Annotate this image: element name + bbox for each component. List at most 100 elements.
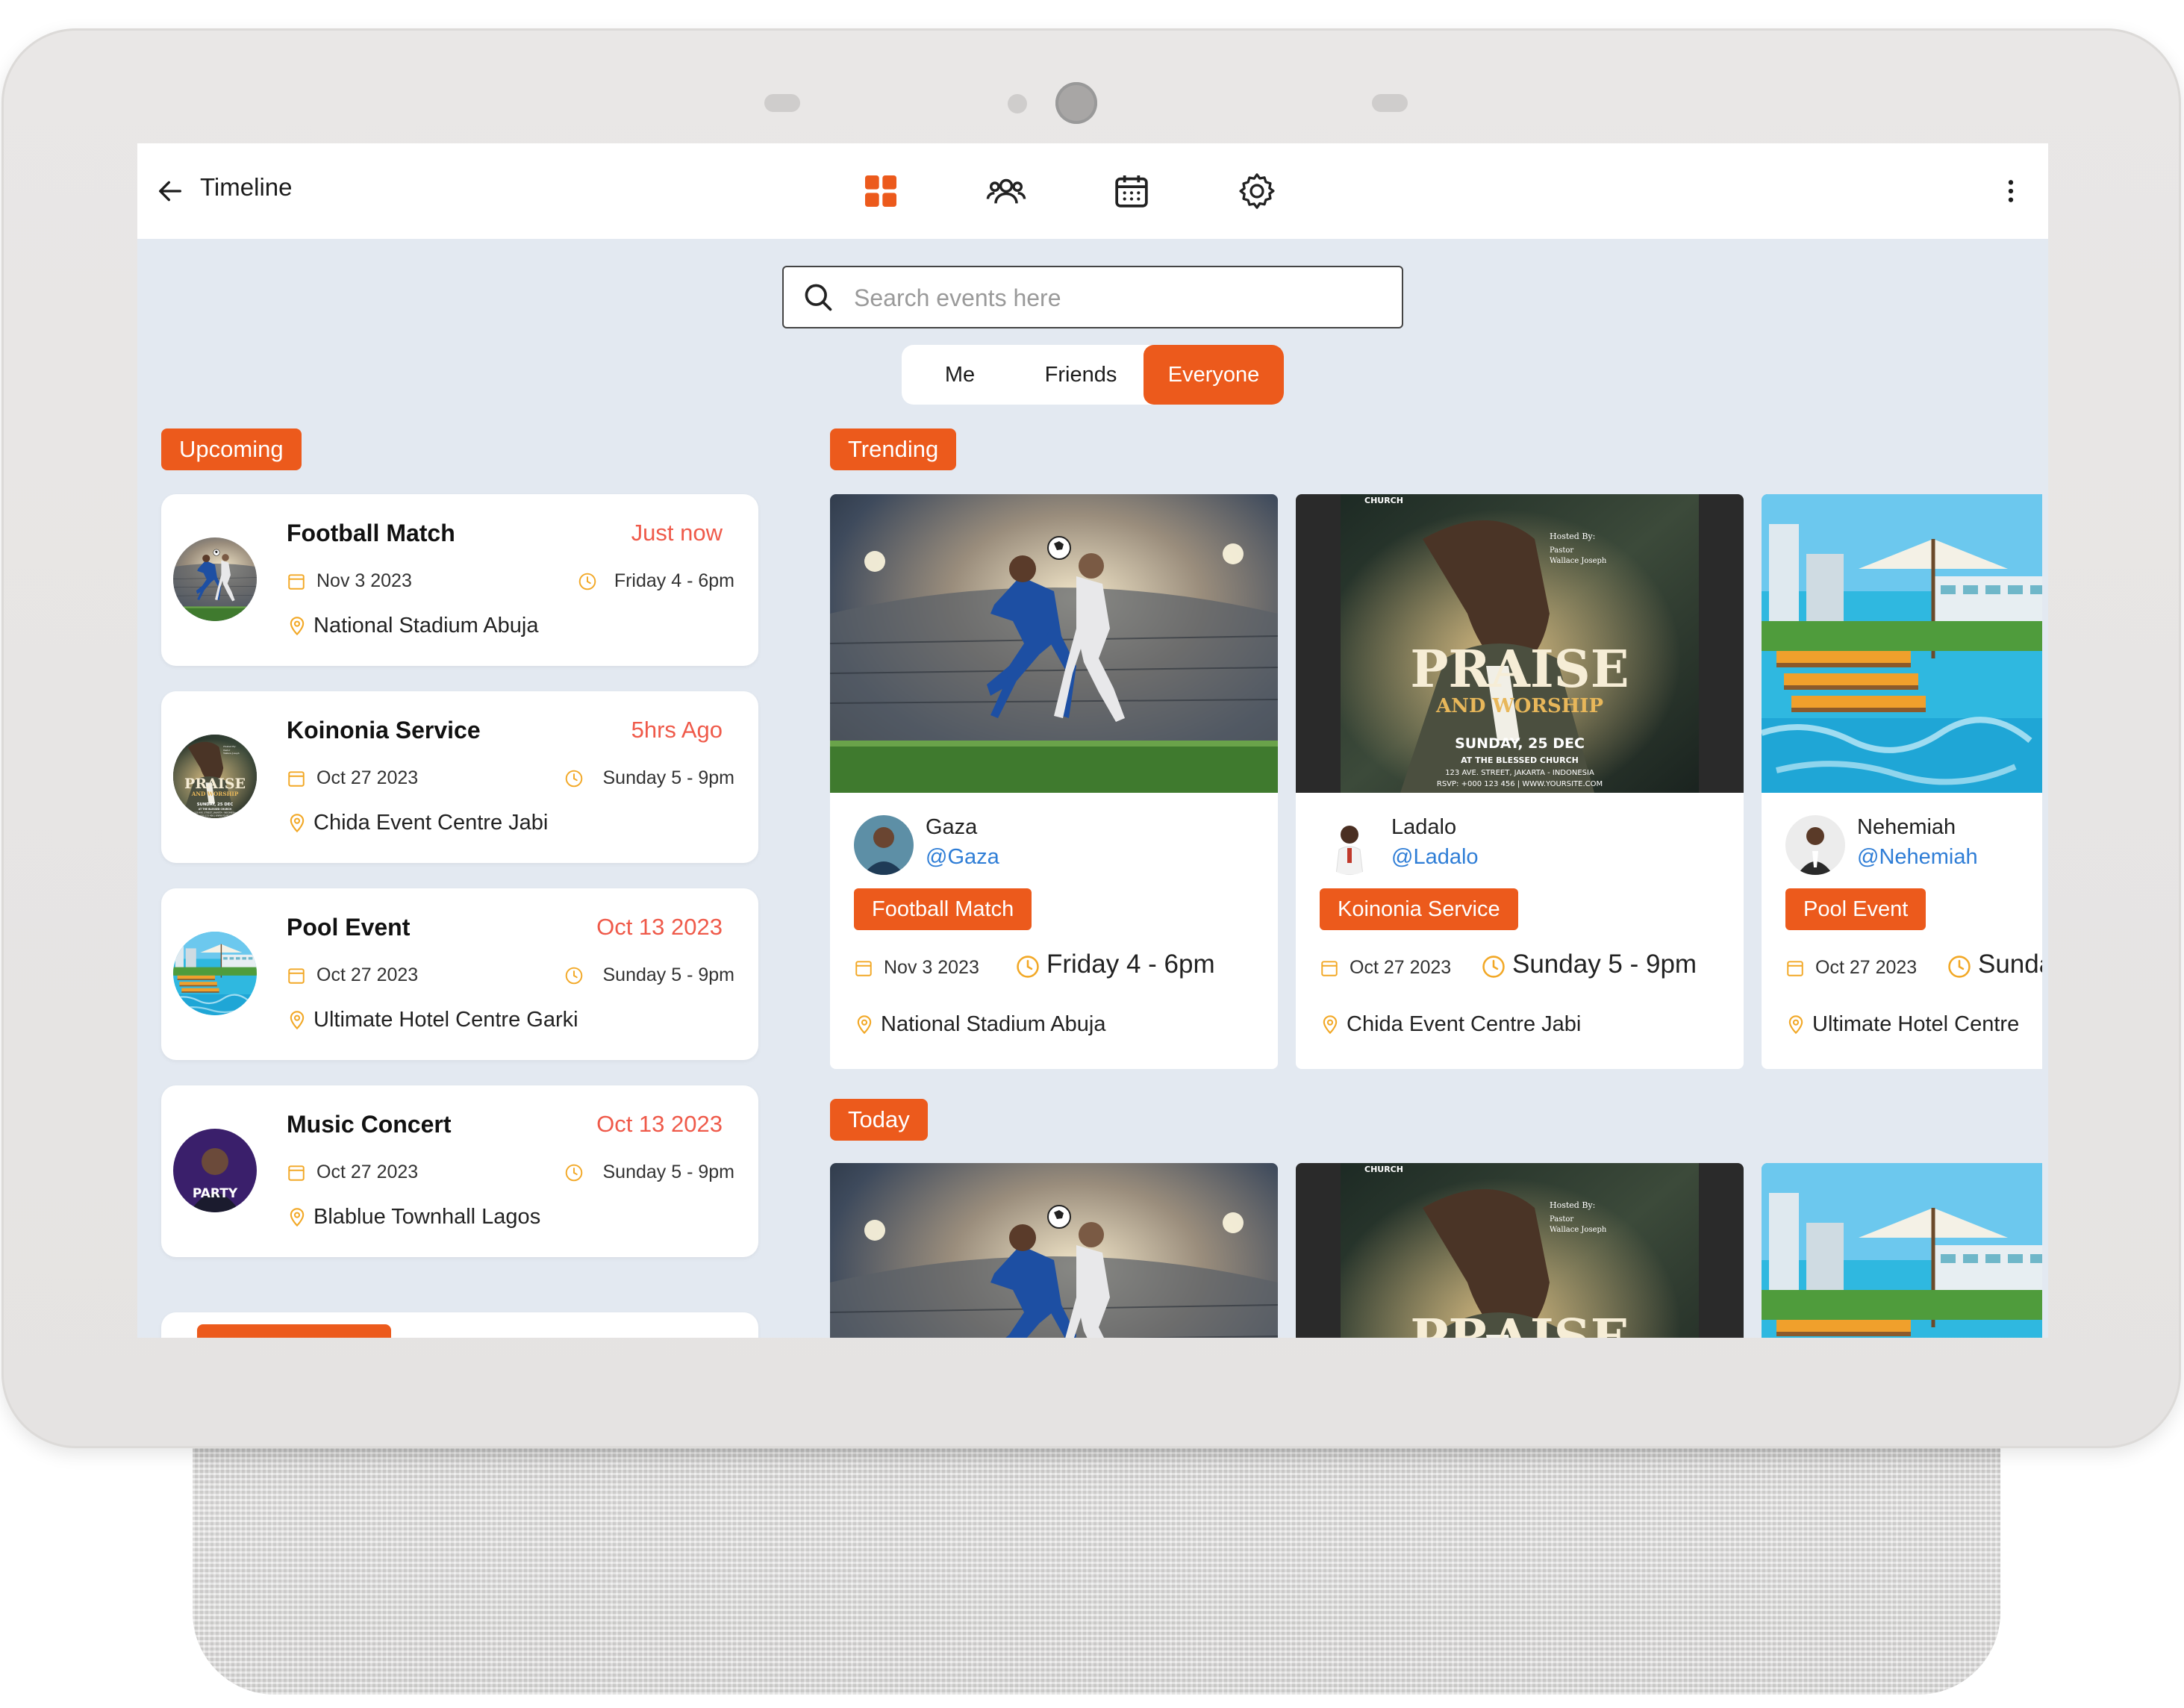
calendar-small-icon (1320, 959, 1339, 978)
event-time: Sunday 5 - 9pm (1978, 950, 2048, 979)
host-handle[interactable]: @Nehemiah (1857, 845, 1978, 870)
host-name: Gaza (926, 815, 978, 839)
calendar-small-icon (854, 959, 873, 978)
event-date: Oct 27 2023 (316, 1162, 419, 1182)
upcoming-event-card[interactable]: Pool Event Oct 13 2023 Oct 27 2023 Sunda… (161, 888, 758, 1060)
event-thumbnail: PARTY (173, 1129, 257, 1212)
search-icon (805, 284, 832, 311)
location-pin-icon (1320, 1014, 1341, 1035)
filter-friends[interactable]: Friends (1018, 345, 1144, 405)
today-label: Today (830, 1099, 928, 1141)
event-date: Nov 3 2023 (884, 957, 979, 978)
sensor-right (1372, 94, 1408, 112)
event-title: Football Match (287, 520, 455, 546)
event-title: Music Concert (287, 1111, 452, 1138)
grid-icon[interactable] (860, 170, 902, 212)
event-location: Chida Event Centre Jabi (313, 811, 549, 835)
event-relative-time: Oct 13 2023 (596, 1111, 723, 1137)
camera-lens (1055, 82, 1097, 124)
upcoming-event-card[interactable]: Koinonia Service 5hrs Ago Oct 27 2023 Su… (161, 691, 758, 863)
event-time: Sunday 5 - 9pm (602, 1162, 735, 1182)
trending-event-card[interactable]: Nehemiah @Nehemiah Pool Event Oct 27 202… (1762, 494, 2048, 1069)
calendar-small-icon (287, 966, 306, 985)
event-location: National Stadium Abuja (313, 614, 539, 638)
filter-everyone[interactable]: Everyone (1144, 345, 1284, 405)
today-event-card[interactable] (1762, 1163, 2048, 1338)
today-event-card[interactable] (830, 1163, 1278, 1338)
upcoming-event-card[interactable]: PARTY Music Concert Oct 13 2023 Oct 27 2… (161, 1085, 758, 1257)
event-thumbnail (173, 537, 257, 621)
trending-event-card[interactable]: Ladalo @Ladalo Koinonia Service Oct 27 2… (1296, 494, 1744, 1069)
event-tag[interactable]: Koinonia Service (1320, 888, 1518, 930)
event-relative-time: Just now (631, 520, 723, 546)
clock-icon (564, 966, 584, 985)
sensor-left (764, 94, 800, 112)
event-location: Ultimate Hotel Centre Garki (313, 1008, 578, 1032)
people-icon[interactable] (985, 170, 1027, 212)
upcoming-event-card[interactable]: Football Match Just now Nov 3 2023 Frida… (161, 494, 758, 666)
host-handle[interactable]: @Ladalo (1391, 845, 1479, 870)
event-relative-time: Oct 13 2023 (596, 914, 723, 940)
clock-icon (578, 572, 597, 591)
location-pin-icon (1785, 1014, 1806, 1035)
event-title: Pool Event (287, 914, 411, 941)
host-name: Ladalo (1391, 815, 1457, 839)
event-date: Oct 27 2023 (1350, 957, 1452, 978)
host-handle[interactable]: @Gaza (926, 845, 999, 870)
calendar-small-icon (287, 1163, 306, 1182)
event-cover-image (830, 494, 1278, 793)
event-location: Ultimate Hotel Centre (1812, 1012, 2020, 1036)
more-vert-icon[interactable] (1996, 176, 2026, 206)
event-tag[interactable]: Pool Event (1785, 888, 1926, 930)
speaker-stand (193, 1418, 2000, 1695)
audience-filter: Me Friends Everyone (902, 345, 1284, 405)
clock-icon (1947, 954, 1972, 979)
event-time: Friday 4 - 6pm (1046, 950, 1215, 979)
event-cover-image (1296, 1163, 1744, 1338)
screen-edge (2042, 239, 2048, 1338)
svg-text:PARTY: PARTY (193, 1186, 238, 1201)
search-box (782, 266, 1403, 328)
location-pin-icon (854, 1014, 875, 1035)
clock-icon (564, 1163, 584, 1182)
filter-me[interactable]: Me (902, 345, 1018, 405)
sensor-dot (1008, 94, 1027, 113)
upcoming-event-card-partial[interactable] (161, 1312, 758, 1338)
location-pin-icon (287, 1206, 308, 1227)
upcoming-label: Upcoming (161, 428, 302, 470)
event-thumbnail (173, 932, 257, 1015)
event-tag[interactable]: Football Match (854, 888, 1032, 930)
event-date: Oct 27 2023 (1815, 957, 1918, 978)
event-cover-image (830, 1163, 1278, 1338)
event-time: Sunday 5 - 9pm (602, 964, 735, 985)
calendar-small-icon (287, 769, 306, 788)
event-location: National Stadium Abuja (881, 1012, 1106, 1036)
settings-icon[interactable] (1236, 170, 1278, 212)
event-time: Friday 4 - 6pm (614, 570, 734, 591)
calendar-icon[interactable] (1111, 170, 1152, 212)
calendar-small-icon (1785, 959, 1805, 978)
clock-icon (564, 769, 584, 788)
clock-icon (1481, 954, 1506, 979)
event-location: Blablue Townhall Lagos (313, 1205, 541, 1229)
card-header-badge (197, 1324, 391, 1338)
location-pin-icon (287, 1009, 308, 1030)
back-arrow-icon[interactable] (155, 176, 185, 206)
today-event-card[interactable] (1296, 1163, 1744, 1338)
trending-event-card[interactable]: Gaza @Gaza Football Match Nov 3 2023 Fri… (830, 494, 1278, 1069)
event-date: Oct 27 2023 (316, 964, 419, 985)
search-input[interactable] (854, 276, 1376, 320)
event-thumbnail (173, 735, 257, 818)
event-date: Nov 3 2023 (316, 570, 412, 591)
avatar (1785, 815, 1845, 875)
trending-label: Trending (830, 428, 957, 470)
host-name: Nehemiah (1857, 815, 1956, 839)
event-date: Oct 27 2023 (316, 767, 419, 788)
top-bar: Timeline (137, 143, 2048, 239)
avatar (1320, 815, 1379, 875)
page-title: Timeline (200, 173, 293, 201)
avatar (854, 815, 914, 875)
location-pin-icon (287, 615, 308, 636)
location-pin-icon (287, 812, 308, 833)
event-cover-image (1762, 1163, 2048, 1338)
